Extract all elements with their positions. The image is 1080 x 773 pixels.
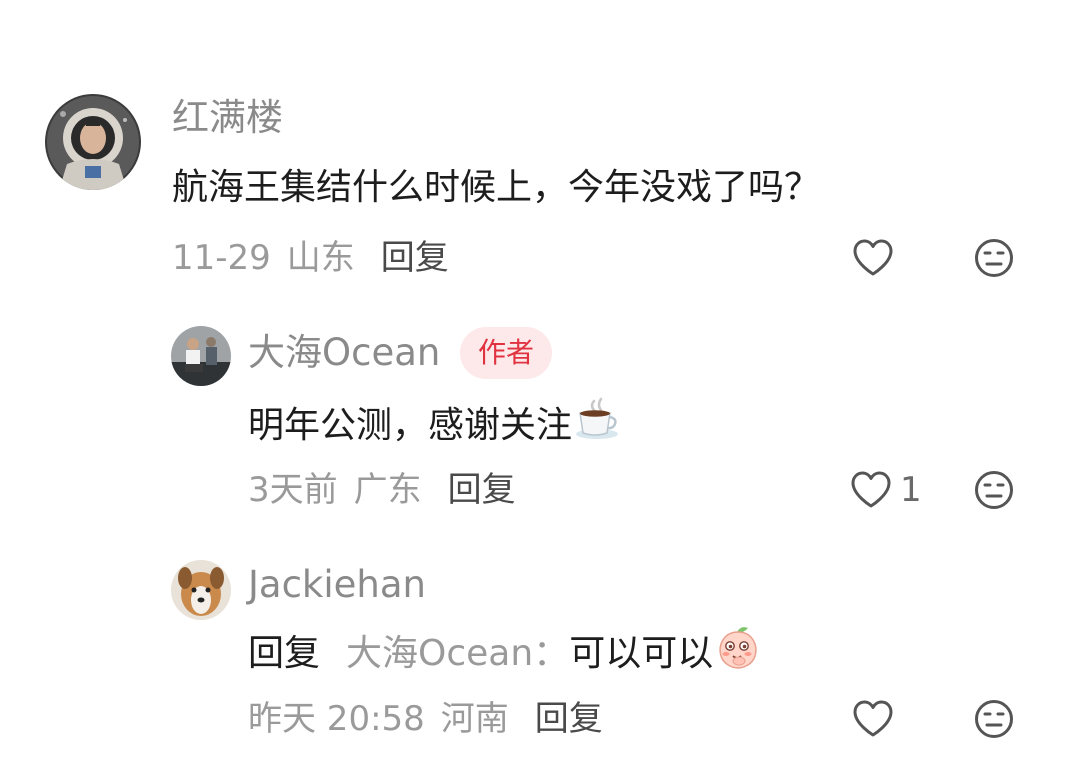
dislike-button[interactable] (974, 238, 1014, 282)
username[interactable]: 大海Ocean (248, 331, 440, 375)
like-button[interactable] (852, 699, 894, 739)
avatar[interactable] (171, 326, 231, 386)
heart-outline-icon (853, 239, 893, 276)
dislike-button[interactable] (974, 470, 1014, 514)
neutral-face-icon (975, 700, 1013, 738)
reply-button[interactable]: 回复 (535, 697, 603, 741)
reply-button[interactable]: 回复 (448, 468, 516, 512)
neutral-face-icon (975, 239, 1013, 277)
reply-target-username[interactable]: 大海Ocean (346, 629, 533, 679)
like-button[interactable] (852, 238, 894, 278)
heart-outline-icon (851, 471, 891, 508)
avatar[interactable] (45, 94, 141, 190)
astronaut-avatar-image (45, 94, 141, 190)
neutral-face-icon (975, 471, 1013, 509)
dislike-button[interactable] (974, 699, 1014, 743)
comment-text-body: 可以可以 (569, 633, 714, 674)
username[interactable]: 红满楼 (172, 96, 283, 140)
heart-outline-icon (853, 700, 893, 737)
comment-text: 明年公测，感谢关注 (248, 397, 620, 455)
avatar[interactable] (171, 560, 231, 620)
dog-avatar-image (171, 560, 231, 620)
comment-location: 河南 (440, 699, 509, 739)
comment-text-body: 航海王集结什么时候上，今年没戏了吗？ (172, 167, 821, 208)
man-sitting-avatar-image (171, 326, 231, 386)
coffee-cup-emoji (574, 397, 620, 455)
comment-text: 回复 大海Ocean ： 可以可以 (248, 624, 761, 684)
reply-prefix: 回复 (248, 633, 321, 674)
like-count: 1 (900, 470, 922, 510)
comment-location: 广东 (353, 470, 422, 510)
comment-meta: 11-29 山东 回复 (172, 236, 449, 280)
comment-text-body: 明年公测，感谢关注 (248, 405, 573, 446)
comment-time: 11-29 (172, 238, 271, 278)
comment-meta: 昨天 20:58 河南 回复 (248, 697, 603, 741)
comment-location: 山东 (286, 238, 355, 278)
comment-time: 3天前 (248, 470, 338, 510)
reply-separator: ： (533, 633, 570, 674)
author-badge: 作者 (460, 327, 553, 379)
like-button[interactable]: 1 (850, 470, 922, 510)
comment-time: 昨天 20:58 (248, 699, 425, 739)
reply-button[interactable]: 回复 (381, 236, 449, 280)
comment-meta: 3天前 广东 回复 (248, 468, 516, 512)
comment-text: 航海王集结什么时候上，今年没戏了吗？ (172, 163, 820, 213)
username[interactable]: Jackiehan (248, 563, 426, 607)
peach-blush-emoji (715, 624, 761, 684)
